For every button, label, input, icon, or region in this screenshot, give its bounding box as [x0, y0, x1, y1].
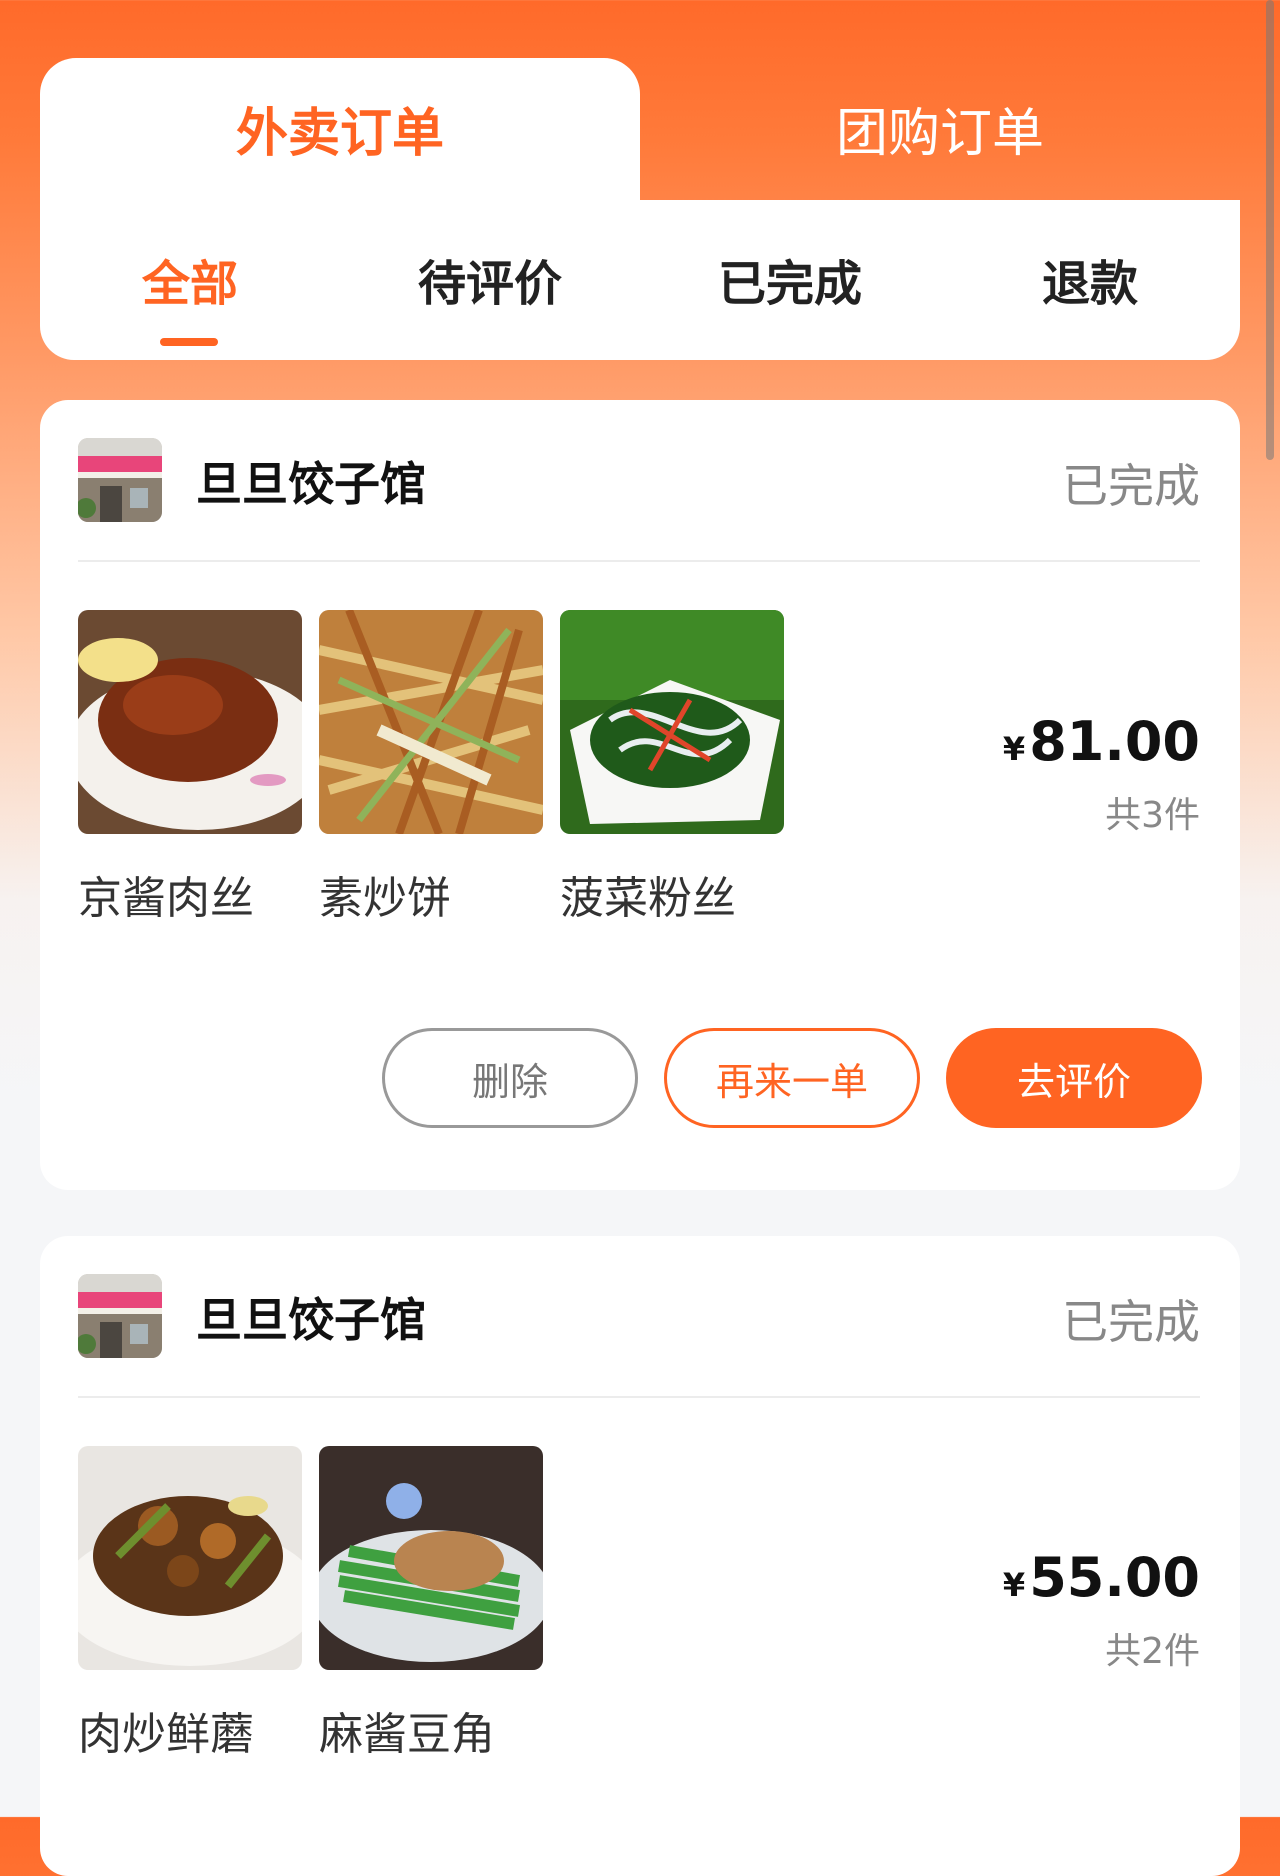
subtab-refund-label: 退款: [1041, 256, 1138, 312]
price-amount: 81.00: [1029, 710, 1200, 773]
order-status: 已完成: [1062, 1295, 1200, 1349]
dish-name: 素炒饼: [319, 873, 451, 924]
subtab-all-label: 全部: [141, 256, 238, 312]
shop-header[interactable]: 旦旦饺子馆 已完成: [78, 1274, 1200, 1360]
order-status: 已完成: [1062, 459, 1200, 513]
currency-symbol: ¥: [1002, 1566, 1026, 1604]
sub-tabs: 全部 待评价 已完成 退款: [40, 238, 1240, 348]
item-count: 共2件: [1105, 1631, 1200, 1672]
dish-item[interactable]: 素炒饼: [319, 610, 543, 926]
dish-name: 京酱肉丝: [78, 873, 254, 924]
order-card[interactable]: 旦旦饺子馆 已完成 肉炒鲜蘑 麻酱豆角 ¥55.00 共2件: [40, 1236, 1240, 1876]
dish-name: 菠菜粉丝: [560, 873, 736, 924]
order-price: ¥55.00: [1003, 1546, 1200, 1609]
dish-item[interactable]: 京酱肉丝: [78, 610, 302, 926]
currency-symbol: ¥: [1002, 730, 1026, 768]
active-subtab-indicator: [160, 338, 218, 346]
review-button[interactable]: 去评价: [946, 1028, 1202, 1128]
shop-name[interactable]: 旦旦饺子馆: [196, 1284, 426, 1350]
tab-takeout-orders[interactable]: 外卖订单: [40, 58, 640, 198]
shop-storefront-image: [78, 1274, 162, 1358]
delete-button[interactable]: 删除: [382, 1028, 638, 1128]
dish-item[interactable]: 菠菜粉丝: [560, 610, 784, 926]
dish-item[interactable]: 肉炒鲜蘑: [78, 1446, 302, 1762]
shop-storefront-image: [78, 438, 162, 522]
subtab-completed[interactable]: 已完成: [640, 238, 940, 348]
dish-image: [319, 1446, 543, 1670]
dish-image: [560, 610, 784, 834]
dish-image: [78, 1446, 302, 1670]
order-tabs-card: 外卖订单 团购订单 全部 待评价 已完成 退款: [40, 58, 1240, 360]
shop-header[interactable]: 旦旦饺子馆 已完成: [78, 438, 1200, 524]
tab-groupbuy-orders[interactable]: 团购订单: [640, 58, 1240, 198]
order-price: ¥81.00: [1003, 710, 1200, 773]
shop-name[interactable]: 旦旦饺子馆: [196, 448, 426, 514]
item-count: 共3件: [1105, 795, 1200, 836]
dish-name: 麻酱豆角: [319, 1709, 495, 1760]
divider: [78, 1396, 1200, 1398]
price-amount: 55.00: [1029, 1546, 1200, 1609]
subtab-all[interactable]: 全部: [40, 238, 340, 348]
divider: [78, 560, 1200, 562]
subtab-pending-review-label: 待评价: [417, 256, 562, 312]
order-card[interactable]: 旦旦饺子馆 已完成 京酱肉丝 素炒饼 菠菜粉丝 ¥81.00 共3件 删除 再来…: [40, 400, 1240, 1190]
subtab-completed-label: 已完成: [717, 256, 862, 312]
reorder-button[interactable]: 再来一单: [664, 1028, 920, 1128]
subtab-pending-review[interactable]: 待评价: [340, 238, 640, 348]
scrollbar[interactable]: [1266, 0, 1274, 460]
subtab-refund[interactable]: 退款: [940, 238, 1240, 348]
dish-image: [78, 610, 302, 834]
dish-name: 肉炒鲜蘑: [78, 1709, 254, 1760]
dish-image: [319, 610, 543, 834]
dish-item[interactable]: 麻酱豆角: [319, 1446, 543, 1762]
